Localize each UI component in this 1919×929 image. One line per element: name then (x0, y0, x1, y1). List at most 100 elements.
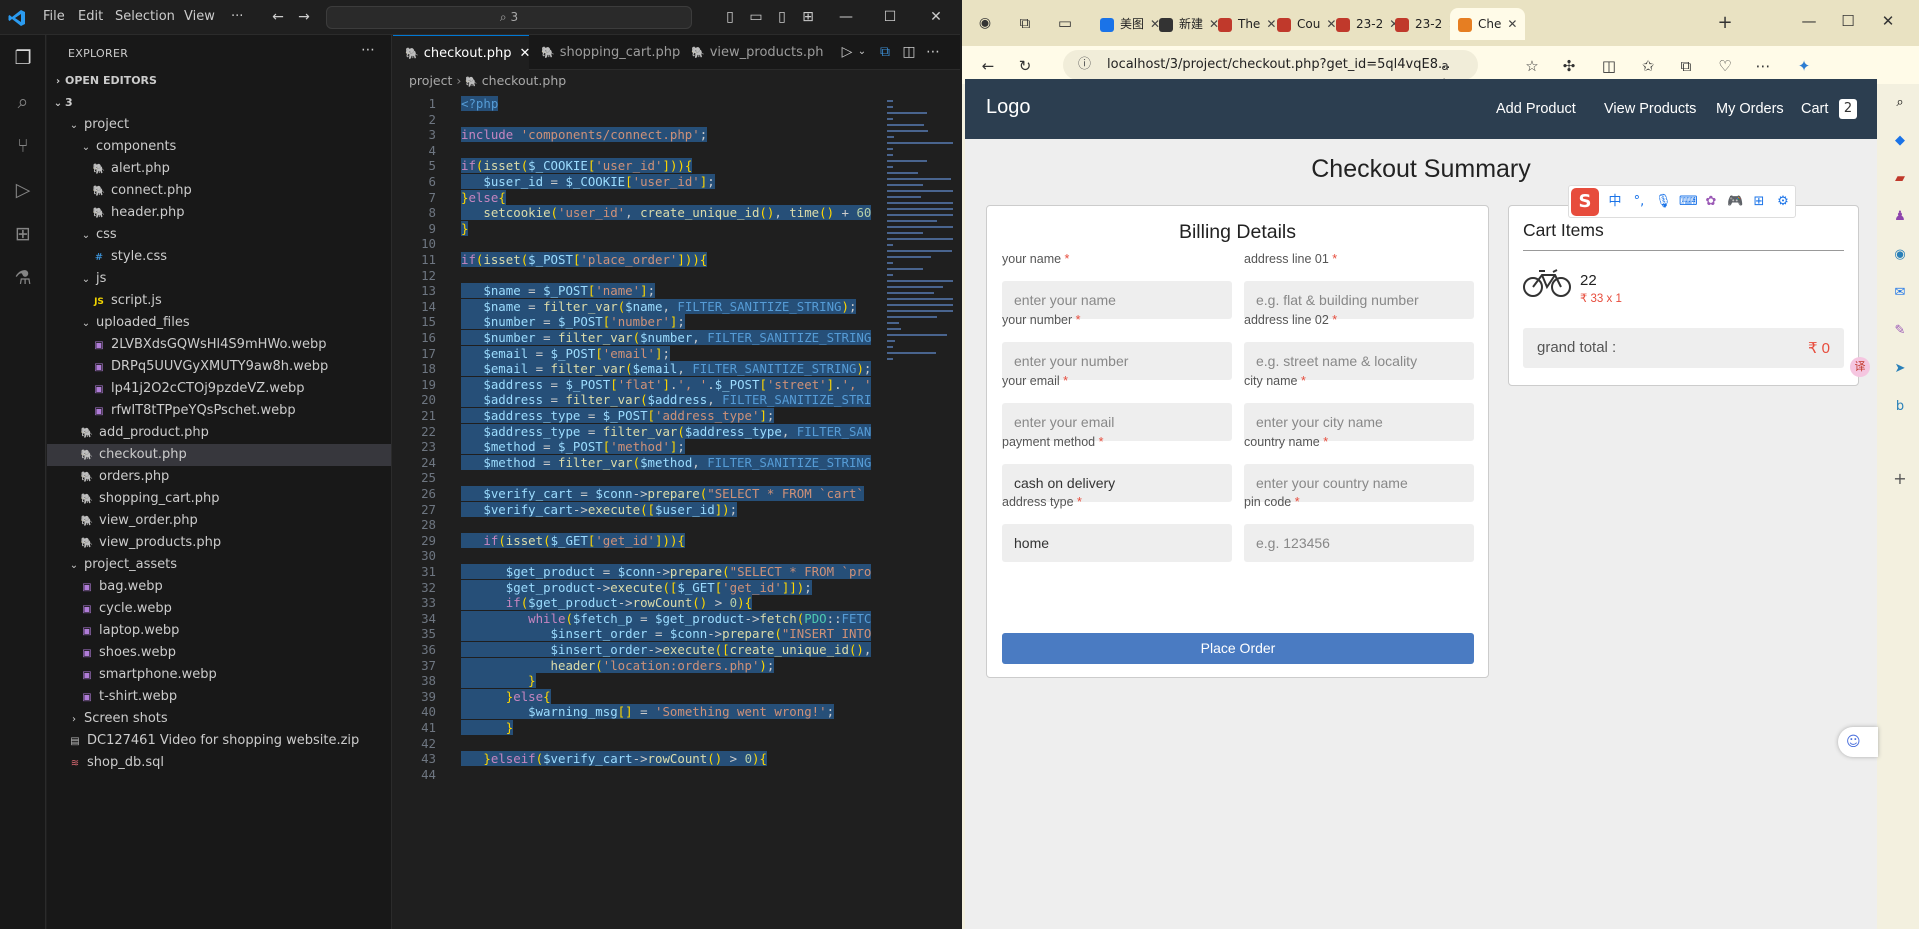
pin-code-input[interactable] (1244, 524, 1474, 562)
assistant-float-icon[interactable]: ☺ (1838, 727, 1878, 757)
favorites-icon[interactable]: ✩ (1639, 57, 1657, 75)
new-tab-icon[interactable]: + (1716, 14, 1734, 32)
browser-tab[interactable]: 美图 ✕ (1100, 8, 1160, 40)
tree-file[interactable]: ▣ cycle.webp (47, 598, 391, 620)
designer-icon[interactable]: ✎ (1891, 322, 1909, 340)
close-tab-icon[interactable]: ✕ (1326, 17, 1336, 31)
outlook-icon[interactable]: ✉ (1891, 284, 1909, 302)
tree-file[interactable]: 🐘 alert.php (47, 158, 391, 180)
settings-icon[interactable]: ⚙ (1775, 194, 1791, 210)
tree-file[interactable]: ≋ shop_db.sql (47, 752, 391, 774)
more-actions-icon[interactable]: ⋯ (925, 44, 941, 60)
tab-view-products[interactable]: 🐘 view_products.ph (679, 35, 824, 70)
chinese-mode-icon[interactable]: 中 (1607, 194, 1623, 210)
address-type-select[interactable]: home (1002, 524, 1232, 562)
shopping-icon[interactable]: ▰ (1891, 170, 1909, 188)
customize-layout-icon[interactable]: ⊞ (800, 9, 816, 25)
back-arrow-icon[interactable]: ← (979, 57, 997, 75)
settings-more-icon[interactable]: ⋯ (1754, 57, 1772, 75)
code-editor[interactable]: 1 <?php 2 3 include 'components/connect.php'… (393, 92, 883, 929)
game-icon[interactable]: 🎮 (1727, 194, 1743, 210)
favorite-star-icon[interactable]: ☆ (1523, 57, 1541, 75)
tree-folder[interactable]: ⌄ components (47, 136, 391, 158)
menu-more[interactable]: ··· (231, 9, 243, 24)
copilot-icon[interactable]: ✦ (1795, 57, 1813, 75)
extensions-icon[interactable]: ⊞ (11, 222, 35, 246)
close-window-icon[interactable]: ✕ (928, 9, 944, 25)
open-preview-icon[interactable]: ⧉ (877, 44, 893, 60)
tree-file[interactable]: ▣ t-shirt.webp (47, 686, 391, 708)
refresh-icon[interactable]: ↻ (1016, 57, 1034, 75)
tree-file[interactable]: 🐘 checkout.php (47, 444, 391, 466)
menu-view[interactable]: View (184, 9, 215, 24)
tree-file[interactable]: ▣ DRPq5UUVGyXMUTY9aw8h.webp (47, 356, 391, 378)
tree-folder[interactable]: › Screen shots (47, 708, 391, 730)
browser-tab[interactable]: 23-2✕ (1336, 8, 1399, 40)
send-icon[interactable]: ➤ (1891, 360, 1909, 378)
chevron-down-icon[interactable]: ⌄ (854, 44, 870, 60)
maximize-icon[interactable]: ☐ (1839, 12, 1857, 30)
tree-file[interactable]: 🐘 header.php (47, 202, 391, 224)
back-arrow-icon[interactable]: ← (270, 9, 286, 25)
bing-icon[interactable]: b (1891, 398, 1909, 416)
toggle-panel-icon[interactable]: ▭ (748, 9, 764, 25)
extensions-icon[interactable]: ✣ (1560, 57, 1578, 75)
maximize-icon[interactable]: ☐ (882, 9, 898, 25)
minimize-icon[interactable]: — (838, 9, 854, 25)
tree-file[interactable]: 🐘 orders.php (47, 466, 391, 488)
tab-checkout[interactable]: 🐘 checkout.php ✕ (393, 35, 530, 70)
minimize-icon[interactable]: — (1800, 12, 1818, 30)
menu-selection[interactable]: Selection (115, 9, 175, 24)
browser-tab[interactable]: 新建 ✕ (1159, 8, 1219, 40)
tree-file[interactable]: JS script.js (47, 290, 391, 312)
breadcrumb-folder[interactable]: project (409, 73, 452, 88)
close-tab-icon[interactable]: ✕ (1507, 17, 1517, 31)
sogou-logo-icon[interactable]: S (1571, 188, 1599, 216)
split-editor-icon[interactable]: ◫ (901, 44, 917, 60)
search-icon[interactable]: ⌕ (11, 90, 35, 114)
toggle-sidebar-icon[interactable]: ▯ (722, 9, 738, 25)
tree-file[interactable]: 🐘 view_order.php (47, 510, 391, 532)
toolbox-icon[interactable]: ⊞ (1751, 194, 1767, 210)
split-screen-icon[interactable]: ◫ (1600, 57, 1618, 75)
collections-icon[interactable]: ⧉ (1677, 57, 1695, 75)
close-window-icon[interactable]: ✕ (1879, 12, 1897, 30)
run-debug-icon[interactable]: ▷ (11, 178, 35, 202)
open-editors-section[interactable]: › OPEN EDITORS (47, 70, 391, 92)
punctuation-icon[interactable]: °, (1631, 194, 1647, 210)
tree-folder[interactable]: ⌄ css (47, 224, 391, 246)
tag-icon[interactable]: ◆ (1891, 132, 1909, 150)
tree-folder[interactable]: ⌄ project_assets (47, 554, 391, 576)
nav-my-orders[interactable]: My Orders (1716, 101, 1784, 117)
address-bar[interactable]: ⓘ localhost/3/project/checkout.php?get_i… (1063, 50, 1478, 80)
tree-file[interactable]: # style.css (47, 246, 391, 268)
browser-tab[interactable]: The ✕ (1218, 8, 1276, 40)
close-tab-icon[interactable]: ✕ (1266, 17, 1276, 31)
info-icon[interactable]: ⓘ (1078, 50, 1091, 80)
breadcrumb-file[interactable]: checkout.php (482, 73, 566, 88)
source-control-icon[interactable]: ⑂ (11, 134, 35, 158)
menu-file[interactable]: File (43, 9, 65, 24)
translate-float-icon[interactable]: 译 (1850, 357, 1870, 377)
nav-add-product[interactable]: Add Product (1496, 101, 1576, 117)
more-actions-icon[interactable]: ⋯ (361, 42, 375, 58)
search-icon[interactable]: ⌕ (1891, 94, 1909, 112)
profile-avatar-icon[interactable]: ◉ (976, 14, 994, 32)
nav-cart[interactable]: Cart (1801, 101, 1828, 117)
microsoft-365-icon[interactable]: ◉ (1891, 246, 1909, 264)
tree-file[interactable]: ▣ 2LVBXdsGQWsHl4S9mHWo.webp (47, 334, 391, 356)
root-folder-section[interactable]: ⌄ 3 (47, 92, 391, 114)
tree-file[interactable]: 🐘 view_products.php (47, 532, 391, 554)
read-aloud-icon[interactable]: aあ (1436, 57, 1454, 91)
add-icon[interactable]: + (1891, 470, 1909, 488)
command-search[interactable]: ⌕ 3 (326, 6, 692, 29)
tree-file[interactable]: 🐘 shopping_cart.php (47, 488, 391, 510)
tree-file[interactable]: ▤ DC127461 Video for shopping website.zip (47, 730, 391, 752)
tree-folder[interactable]: ⌄ uploaded_files (47, 312, 391, 334)
site-logo[interactable]: Logo (986, 96, 1031, 119)
browser-tab[interactable]: Cou ✕ (1277, 8, 1336, 40)
testing-icon[interactable]: ⚗ (11, 266, 35, 290)
nav-view-products[interactable]: View Products (1604, 101, 1696, 117)
tab-actions-icon[interactable]: ▭ (1056, 14, 1074, 32)
performance-icon[interactable]: ♡ (1716, 57, 1734, 75)
